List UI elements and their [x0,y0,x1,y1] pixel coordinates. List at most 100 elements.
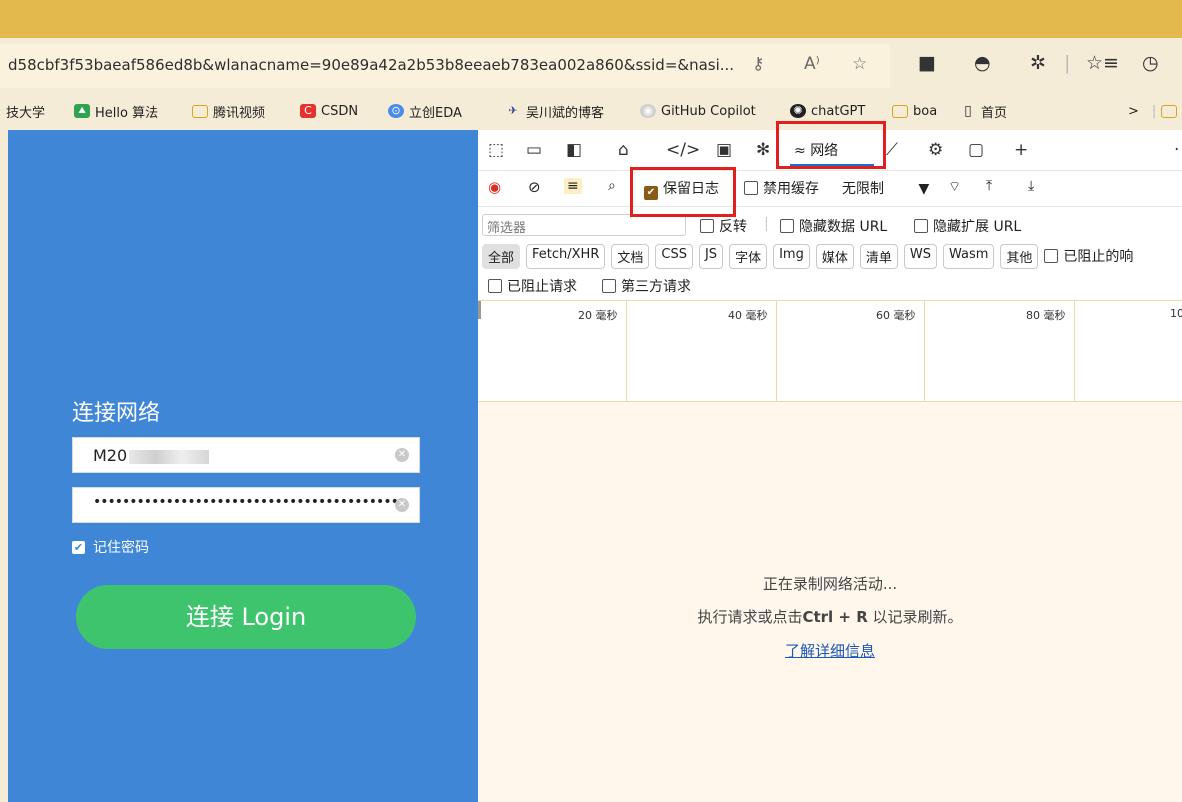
checkbox-icon[interactable] [1044,249,1059,263]
username-field[interactable]: M20 ✕ [72,437,420,473]
application-icon[interactable]: ▢ [968,140,984,160]
clear-icon[interactable]: ✕ [395,498,409,512]
dropdown-arrow-icon: ▼ [918,181,930,197]
hide-ext-url-label: 隐藏扩展 URL [933,219,1022,235]
checkbox-icon[interactable] [488,279,502,293]
checkbox-icon[interactable] [700,219,714,233]
hint-prefix: 执行请求或点击 [697,608,803,626]
remember-password[interactable]: ✔ 记住密码 [72,537,149,557]
type-filter-bar: 全部 Fetch/XHR 文档 CSS JS 字体 Img 媒体 清单 WS W… [482,244,1133,269]
type-filter-img[interactable]: Img [773,244,810,269]
type-filter-font[interactable]: 字体 [729,244,768,269]
bookmark-item[interactable]: C CSDN [300,100,358,122]
checkbox-icon[interactable] [780,219,794,233]
read-aloud-icon[interactable]: A⁾ [804,54,820,74]
inspect-element-icon[interactable]: ⬚ [488,140,504,160]
bookmark-item[interactable]: ◉ GitHub Copilot [640,100,756,122]
blocked-requests-checkbox[interactable]: 已阻止请求 [488,276,577,296]
type-filter-js[interactable]: JS [698,244,724,269]
github-copilot-icon: ◉ [640,104,656,118]
extension-icon[interactable]: ■ [918,52,936,74]
invert-checkbox[interactable]: 反转 [700,216,747,236]
record-icon[interactable]: ◉ [488,178,501,196]
type-filter-wasm[interactable]: Wasm [942,244,995,269]
blocked-response-checkbox[interactable]: 已阻止的响 [1044,244,1133,269]
timeline-gridline [776,301,777,401]
clear-log-icon[interactable]: ⊘ [528,178,541,196]
bookmark-label: GitHub Copilot [661,103,756,119]
bookmark-label: Hello 算法 [95,105,159,121]
type-filter-fetch[interactable]: Fetch/XHR [526,244,606,269]
puzzle-extensions-icon[interactable]: ✲ [1030,52,1046,74]
blog-icon: ✈ [508,104,518,117]
invert-label: 反转 [719,219,747,235]
blocked-response-label: 已阻止的响 [1063,249,1134,265]
folder-icon [1161,104,1178,118]
throttle-select[interactable]: 无限制 ▼ [842,178,929,198]
filter-toggle-icon[interactable]: ≡ [564,178,582,194]
type-filter-media[interactable]: 媒体 [815,244,854,269]
checkbox-icon[interactable] [744,181,758,195]
bookmark-item[interactable]: ▯ 首页 [960,100,1007,122]
type-filter-css[interactable]: CSS [655,244,693,269]
dock-side-icon[interactable]: ◧ [566,140,582,160]
hide-data-url-checkbox[interactable]: 隐藏数据 URL [780,216,887,236]
add-tool-icon[interactable]: + [1014,140,1028,160]
home-icon[interactable]: ⌂ [618,140,629,160]
timeline-tick: 40 毫秒 [728,309,768,322]
checkbox-icon[interactable] [914,219,928,233]
memory-chip-icon[interactable]: ⚙ [928,140,943,160]
bookmark-item[interactable]: 腾讯视频 [192,100,265,122]
type-filter-other[interactable]: 其他 [1000,244,1039,269]
filter-input[interactable]: 筛选器 [482,214,686,236]
device-emulation-icon[interactable]: ▭ [526,140,542,160]
search-icon[interactable]: ⌕ [608,178,616,194]
throttle-value: 无限制 [842,181,884,197]
third-party-checkbox[interactable]: 第三方请求 [602,276,691,296]
recording-hint: 执行请求或点击Ctrl + R 以记录刷新。 [478,606,1182,627]
bookmark-item[interactable]: ⊙ 立创EDA [388,100,462,122]
timeline-tick: 60 毫秒 [876,309,916,322]
type-filter-all[interactable]: 全部 [482,244,521,269]
favorites-list-icon[interactable]: ☆≡ [1086,52,1119,74]
checkbox-icon[interactable] [602,279,616,293]
export-har-icon[interactable]: ⤓ [1028,178,1034,194]
learn-more-link[interactable]: 了解详细信息 [478,640,1182,661]
type-filter-manifest[interactable]: 清单 [859,244,898,269]
import-har-icon[interactable]: ⤒ [986,178,992,194]
third-party-label: 第三方请求 [621,279,691,295]
network-conditions-icon[interactable]: ⌔ [948,178,961,196]
toolbar-divider: | [1151,103,1157,119]
password-field[interactable]: ••••••••••••••••••••••••••••••••••••••••… [72,487,420,523]
history-icon[interactable]: ◷ [1142,52,1159,74]
preserve-log-highlight [630,167,736,217]
console-icon[interactable]: ▣ [716,140,732,160]
bookmark-item[interactable]: ✺ chatGPT [790,100,865,122]
network-timeline[interactable]: 20 毫秒 40 毫秒 60 毫秒 80 毫秒 10 [478,300,1182,402]
browser-essentials-icon[interactable]: ◓ [974,52,991,74]
checkbox-icon[interactable]: ✔ [72,540,85,554]
login-button[interactable]: 连接 Login [76,585,416,649]
clear-icon[interactable]: ✕ [395,448,409,462]
favorite-star-icon[interactable]: ☆ [852,54,867,74]
csdn-icon: C [300,104,316,118]
type-filter-ws[interactable]: WS [903,244,937,269]
folder-icon [192,104,208,118]
hide-ext-url-checkbox[interactable]: 隐藏扩展 URL [914,216,1021,236]
url-text[interactable]: d58cbf3f53baeaf586ed8b&wlanacname=90e89a… [8,56,734,74]
more-icon[interactable]: · [1174,140,1179,160]
performance-icon[interactable]: ⟋ [886,140,898,160]
disable-cache-checkbox[interactable]: 禁用缓存 [744,178,819,198]
type-filter-doc[interactable]: 文档 [611,244,650,269]
sources-bug-icon[interactable]: ✻ [756,140,770,160]
bookmarks-more-button[interactable]: > | [1128,100,1178,122]
blurred-text [129,449,210,464]
timeline-gridline [1074,301,1075,401]
bookmark-item[interactable]: ✈ 吴川斌的博客 [505,100,604,122]
blocked-requests-label: 已阻止请求 [507,279,577,295]
bookmark-item[interactable]: ⛰ Hello 算法 [74,100,158,122]
key-icon[interactable]: ⚷ [752,54,764,74]
bookmark-item[interactable]: 技大学 [6,100,45,122]
elements-icon[interactable]: </> [666,140,700,160]
bookmark-item[interactable]: boa [892,100,937,122]
